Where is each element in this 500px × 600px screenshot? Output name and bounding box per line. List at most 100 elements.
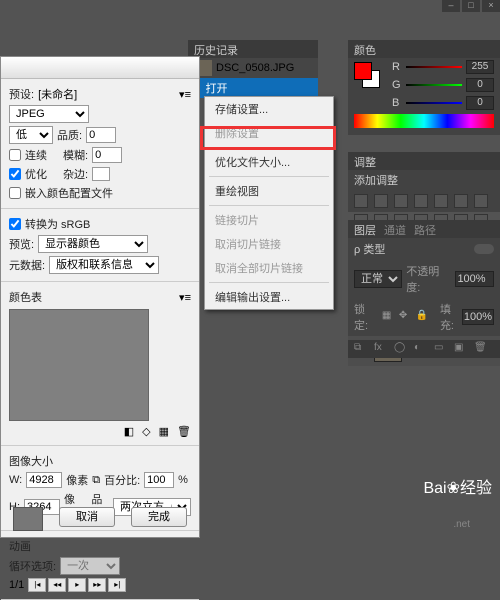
ct-tool-icon[interactable]: ◧ xyxy=(124,425,134,438)
menu-edit-output[interactable]: 编辑输出设置... xyxy=(205,285,333,309)
menu-delete-settings: 删除设置 xyxy=(205,121,333,145)
adjustment-layer-icon[interactable]: ◐ xyxy=(414,342,428,356)
menu-save-settings[interactable]: 存储设置... xyxy=(205,97,333,121)
save-for-web-dialog: 预设: [未命名] ▾≡ JPEG 低 品质: 连续 模糊: 优化 杂边: 嵌入… xyxy=(0,56,200,538)
blur-input[interactable] xyxy=(92,147,122,163)
filter-toggle[interactable] xyxy=(474,244,494,254)
panel-menu-icon[interactable]: ▾≡ xyxy=(179,88,191,101)
lock-position-icon[interactable]: ✥ xyxy=(399,310,413,324)
menu-separator xyxy=(209,176,329,177)
colortable-label: 颜色表 xyxy=(9,289,42,305)
lock-all-icon[interactable]: 🔒 xyxy=(416,310,430,324)
next-frame-button[interactable]: ▸▸ xyxy=(88,578,106,592)
history-tab[interactable]: 历史记录 xyxy=(188,40,318,58)
close-button[interactable]: × xyxy=(482,0,500,12)
preset-value: [未命名] xyxy=(38,86,77,102)
r-label: R xyxy=(392,61,402,73)
link-layers-icon[interactable]: ⧉ xyxy=(354,342,368,356)
fill-label: 填充: xyxy=(440,301,458,333)
channels-tab[interactable]: 通道 xyxy=(384,222,406,236)
baidu-watermark: Bai❀经验 xyxy=(423,474,492,498)
r-slider[interactable] xyxy=(406,63,462,71)
cancel-button[interactable]: 取消 xyxy=(59,507,115,527)
lock-pixels-icon[interactable]: ▦ xyxy=(382,310,396,324)
color-table-grid[interactable] xyxy=(9,309,149,421)
link-icon[interactable]: ⧉ xyxy=(92,474,100,487)
quality-preset-select[interactable]: 低 xyxy=(9,126,53,144)
fill-value[interactable]: 100% xyxy=(462,309,494,325)
preview-thumb xyxy=(13,507,43,531)
history-step-open[interactable]: ▸ 打开 xyxy=(188,78,318,98)
new-layer-icon[interactable]: ▣ xyxy=(454,342,468,356)
first-frame-button[interactable]: |◂ xyxy=(28,578,46,592)
net-watermark: .net xyxy=(453,519,470,530)
b-value[interactable]: 0 xyxy=(466,96,494,110)
paths-tab[interactable]: 路径 xyxy=(414,222,436,236)
adj-levels-icon[interactable] xyxy=(374,194,388,208)
b-slider[interactable] xyxy=(406,99,462,107)
optimized-checkbox[interactable] xyxy=(9,168,21,180)
delete-layer-icon[interactable]: 🗑 xyxy=(474,342,488,356)
kind-filter[interactable]: ρ 类型 xyxy=(354,241,385,257)
loop-select: 一次 xyxy=(60,557,120,575)
fgbg-swatch[interactable] xyxy=(354,62,380,88)
embed-profile-label: 嵌入颜色配置文件 xyxy=(25,185,113,201)
adj-bw-icon[interactable] xyxy=(474,194,488,208)
menu-repaint[interactable]: 重绘视图 xyxy=(205,179,333,203)
lock-label: 锁定: xyxy=(354,301,372,333)
ct-tool-icon[interactable]: ▦ xyxy=(159,425,169,438)
frame-counter: 1/1 xyxy=(9,579,24,591)
panel-context-menu: 存储设置... 删除设置 优化文件大小... 重绘视图 链接切片 取消切片链接 … xyxy=(204,96,334,310)
preview-label: 预览: xyxy=(9,236,34,252)
convert-srgb-checkbox[interactable] xyxy=(9,218,21,230)
adjustments-tab[interactable]: 调整 xyxy=(354,154,376,168)
color-tab[interactable]: 颜色 xyxy=(354,42,376,56)
done-button[interactable]: 完成 xyxy=(131,507,187,527)
adjustments-panel: 调整 添加调整 xyxy=(348,152,500,212)
opacity-label: 不透明度: xyxy=(406,263,451,295)
matte-label: 杂边: xyxy=(63,166,88,182)
g-value[interactable]: 0 xyxy=(466,78,494,92)
adj-brightness-icon[interactable] xyxy=(354,194,368,208)
g-label: G xyxy=(392,79,402,91)
last-frame-button[interactable]: ▸| xyxy=(108,578,126,592)
min-button[interactable]: – xyxy=(442,0,460,12)
preset-label: 预设: xyxy=(9,86,34,102)
matte-swatch[interactable] xyxy=(92,167,110,181)
r-value[interactable]: 255 xyxy=(466,60,494,74)
adj-hue-icon[interactable] xyxy=(454,194,468,208)
percent-input[interactable] xyxy=(144,472,174,488)
history-file-row[interactable]: DSC_0508.JPG xyxy=(188,58,318,78)
progressive-checkbox[interactable] xyxy=(9,149,21,161)
fg-color[interactable] xyxy=(354,62,372,80)
g-slider[interactable] xyxy=(406,81,462,89)
ct-tool-icon[interactable]: ◇ xyxy=(142,425,150,438)
preview-select[interactable]: 显示器颜色 xyxy=(38,235,148,253)
metadata-select[interactable]: 版权和联系信息 xyxy=(49,256,159,274)
embed-profile-checkbox[interactable] xyxy=(9,187,21,199)
adj-vibrance-icon[interactable] xyxy=(434,194,448,208)
width-input[interactable] xyxy=(26,472,62,488)
mask-icon[interactable]: ◯ xyxy=(394,342,408,356)
layers-tab[interactable]: 图层 xyxy=(354,222,376,236)
color-spectrum[interactable] xyxy=(354,114,494,128)
adj-curves-icon[interactable] xyxy=(394,194,408,208)
ct-tool-icon[interactable]: 🗑 xyxy=(177,425,191,438)
quality-input[interactable] xyxy=(86,127,116,143)
imagesize-label: 图像大小 xyxy=(9,453,53,469)
prev-frame-button[interactable]: ◂◂ xyxy=(48,578,66,592)
opacity-value[interactable]: 100% xyxy=(455,271,494,287)
format-select[interactable]: JPEG xyxy=(9,105,89,123)
group-icon[interactable]: ▭ xyxy=(434,342,448,356)
colortable-menu-icon[interactable]: ▾≡ xyxy=(179,291,191,304)
menu-unlink-all: 取消全部切片链接 xyxy=(205,256,333,280)
history-filename: DSC_0508.JPG xyxy=(216,62,294,74)
menu-optimize-filesize[interactable]: 优化文件大小... xyxy=(205,150,333,174)
adj-exposure-icon[interactable] xyxy=(414,194,428,208)
fx-icon[interactable]: fx xyxy=(374,342,388,356)
optimized-label: 优化 xyxy=(25,166,47,182)
play-button[interactable]: ▸ xyxy=(68,578,86,592)
layers-panel: 图层 通道 路径 ρ 类型 正常 不透明度: 100% 锁定: ▦ ✥ 🔒 填充… xyxy=(348,220,500,358)
restore-button[interactable]: □ xyxy=(462,0,480,12)
blend-mode-select[interactable]: 正常 xyxy=(354,270,402,288)
